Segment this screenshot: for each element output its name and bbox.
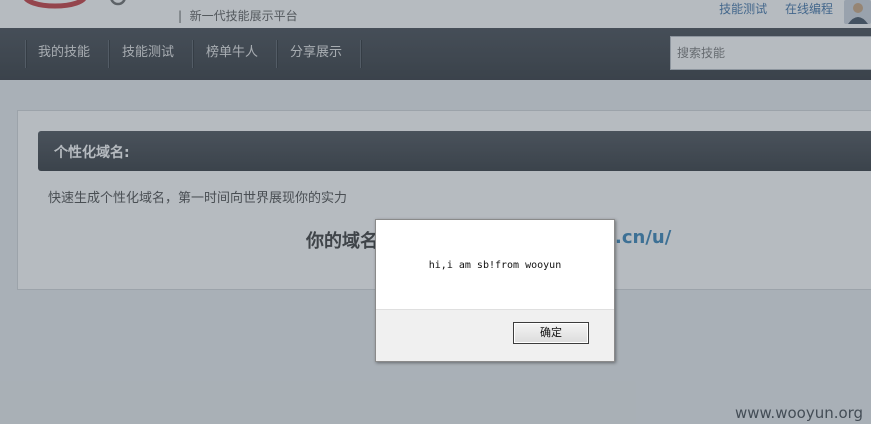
alert-dialog: hi,i am sb!from wooyun 确定	[375, 219, 615, 362]
ok-button[interactable]: 确定	[513, 322, 589, 344]
alert-body: hi,i am sb!from wooyun	[376, 220, 614, 310]
alert-message: hi,i am sb!from wooyun	[428, 260, 562, 271]
watermark: www.wooyun.org	[735, 404, 864, 422]
